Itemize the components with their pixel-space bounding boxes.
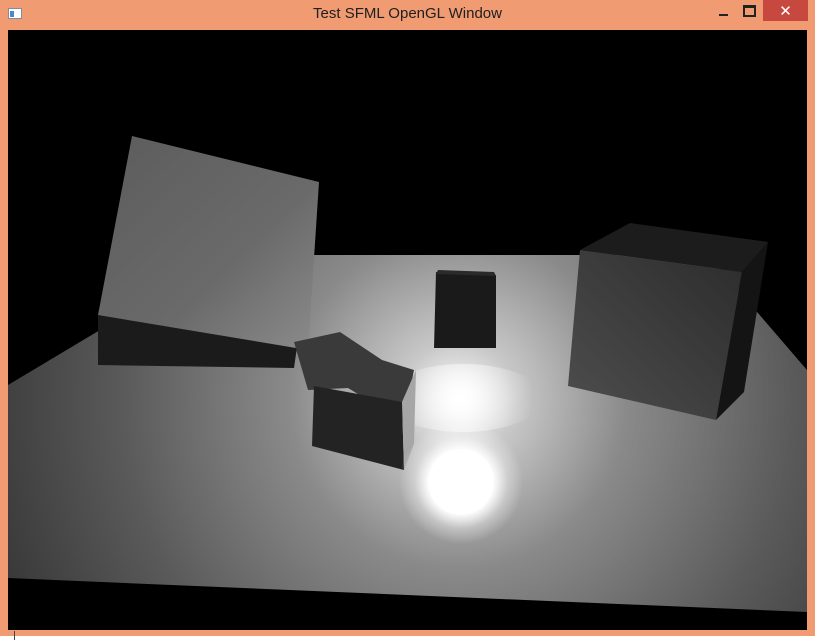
minimize-button[interactable] — [710, 0, 736, 21]
taskbar-edge — [14, 631, 15, 640]
maximize-icon — [742, 4, 756, 17]
scene-render — [8, 136, 807, 612]
small-dark-cube — [434, 272, 496, 348]
close-button[interactable]: ✕ — [763, 0, 808, 21]
window-title: Test SFML OpenGL Window — [313, 5, 502, 22]
point-light-sphere — [428, 449, 494, 515]
title-bar[interactable]: Test SFML OpenGL Window ✕ — [0, 0, 815, 30]
app-window: Test SFML OpenGL Window ✕ — [0, 0, 815, 636]
opengl-viewport[interactable] — [8, 30, 807, 630]
large-tilted-cube-face — [98, 136, 319, 350]
maximize-button[interactable] — [736, 0, 762, 21]
close-icon: ✕ — [779, 1, 792, 20]
minimize-icon — [718, 13, 728, 16]
